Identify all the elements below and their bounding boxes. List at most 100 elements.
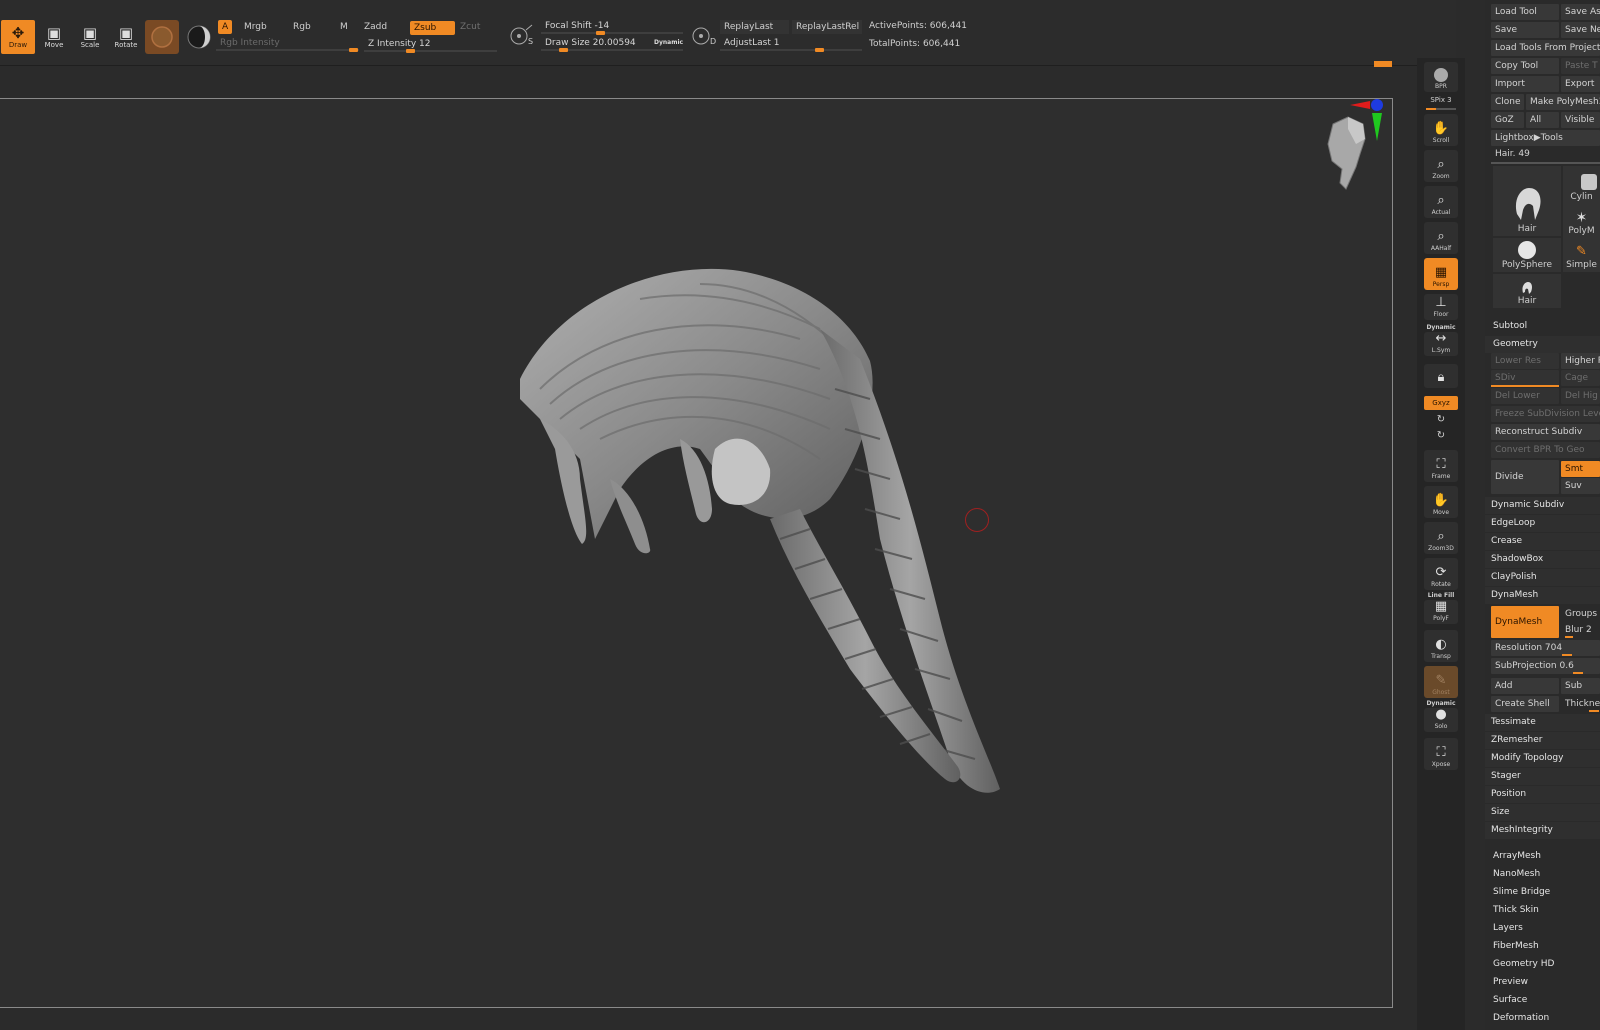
geometry-item-zremesher[interactable]: ZRemesher [1485, 732, 1600, 749]
goz-all-button[interactable]: All [1526, 112, 1559, 128]
dynamic-subdiv-header[interactable]: Dynamic Subdiv [1485, 497, 1600, 514]
tray-tab-handle[interactable] [1374, 61, 1392, 67]
lightbox-tools-button[interactable]: Lightbox▶Tools [1491, 130, 1600, 146]
section-nanomesh[interactable]: NanoMesh [1485, 866, 1600, 883]
canvas-viewport[interactable] [0, 98, 1393, 1008]
subprojection-slider-knob[interactable] [1573, 672, 1583, 674]
del-higher-button[interactable]: Del Hig [1561, 388, 1600, 404]
draw-tool-button[interactable]: ✥ Draw [1, 20, 35, 54]
resolution-slider-knob[interactable] [1562, 654, 1572, 656]
goz-visible-button[interactable]: Visible [1561, 112, 1600, 128]
crease-header[interactable]: Crease [1485, 533, 1600, 550]
create-shell-button[interactable]: Create Shell [1491, 696, 1559, 712]
clone-button[interactable]: Clone [1491, 94, 1524, 110]
actual-button[interactable]: ⌕ Actual [1424, 186, 1458, 218]
edgeloop-header[interactable]: EdgeLoop [1485, 515, 1600, 532]
frame-button[interactable]: ⛶ Frame [1424, 450, 1458, 482]
m-toggle[interactable]: M [336, 20, 352, 34]
section-deformation[interactable]: Deformation [1485, 1010, 1600, 1027]
save-new-button[interactable]: Save Ne [1561, 22, 1600, 38]
shadowbox-header[interactable]: ShadowBox [1485, 551, 1600, 568]
mrgb-toggle[interactable]: Mrgb [240, 20, 271, 34]
a-toggle[interactable]: A [218, 20, 233, 34]
tool-tile-polysphere[interactable]: PolySphere [1493, 238, 1561, 272]
sub-button[interactable]: Sub [1561, 678, 1600, 694]
move-view-button[interactable]: ✋ Move [1424, 486, 1458, 518]
rgb-toggle[interactable]: Rgb [289, 20, 315, 34]
focal-shift-slider[interactable]: Focal Shift -14 [541, 20, 683, 35]
lock-button[interactable]: 🔒︎ [1424, 364, 1458, 388]
divide-button[interactable]: Divide [1491, 460, 1559, 494]
claypolish-header[interactable]: ClayPolish [1485, 569, 1600, 586]
geometry-item-position[interactable]: Position [1485, 786, 1600, 803]
zoom3d-button[interactable]: ⌕ Zoom3D [1424, 522, 1458, 554]
ghost-button[interactable]: ✎ Ghost [1424, 666, 1458, 698]
section-thick-skin[interactable]: Thick Skin [1485, 902, 1600, 919]
current-tool-name[interactable]: Hair. 49 [1491, 146, 1600, 162]
replay-last-button[interactable]: ReplayLast [720, 20, 789, 34]
alpha-button[interactable] [183, 20, 217, 54]
rotate-view-button[interactable]: ⟳ Rotate [1424, 558, 1458, 590]
spix-setting[interactable]: SPix 3 [1424, 96, 1458, 104]
navigation-gizmo[interactable] [1308, 99, 1392, 199]
subprojection-slider[interactable]: SubProjection 0.6 [1491, 658, 1600, 674]
tool-tile-hair[interactable]: Hair [1493, 166, 1561, 236]
thickness-slider-knob[interactable] [1589, 710, 1599, 712]
zadd-toggle[interactable]: Zadd [360, 20, 391, 34]
tool-tile-simple[interactable]: ✎ Simple [1563, 238, 1600, 272]
freeze-subdivision-button[interactable]: Freeze SubDivision Levels [1491, 406, 1600, 422]
solo-button[interactable]: ● Solo [1424, 707, 1458, 732]
geometry-header[interactable]: Geometry [1485, 336, 1600, 353]
material-button[interactable] [145, 20, 179, 54]
load-tools-from-project-button[interactable]: Load Tools From Project [1491, 40, 1600, 56]
rotate-z-icon[interactable]: ↻ [1424, 430, 1458, 441]
draw-size-knob[interactable] [559, 48, 568, 52]
z-intensity-slider[interactable]: Z Intensity 12 [364, 38, 497, 53]
geometry-item-size[interactable]: Size [1485, 804, 1600, 821]
groups-toggle[interactable]: Groups [1561, 606, 1600, 622]
tool-tile-cylinder[interactable]: Cylin [1563, 166, 1600, 204]
floor-button[interactable]: ⊥ Floor [1424, 294, 1458, 320]
section-layers[interactable]: Layers [1485, 920, 1600, 937]
section-fibermesh[interactable]: FiberMesh [1485, 938, 1600, 955]
sdiv-slider[interactable]: SDiv [1491, 370, 1559, 386]
higher-res-button[interactable]: Higher R [1561, 353, 1600, 369]
save-button[interactable]: Save [1491, 22, 1559, 38]
replay-last-rel-button[interactable]: ReplayLastRel [792, 20, 862, 34]
export-button[interactable]: Export [1561, 76, 1600, 92]
import-button[interactable]: Import [1491, 76, 1559, 92]
rgb-intensity-slider[interactable]: Rgb Intensity [216, 37, 359, 52]
xpose-button[interactable]: ⛶ Xpose [1424, 738, 1458, 770]
cage-button[interactable]: Cage [1561, 370, 1600, 386]
spix-slider-fill[interactable] [1426, 108, 1436, 110]
section-preview[interactable]: Preview [1485, 974, 1600, 991]
persp-button[interactable]: ▦ Persp [1424, 258, 1458, 290]
zcut-toggle[interactable]: Zcut [456, 20, 484, 34]
dynamic-toggle[interactable]: Dynamic [654, 39, 683, 46]
lsym-button[interactable]: ↔ L.Sym [1424, 331, 1458, 356]
make-polymesh-button[interactable]: Make PolyMesh3 [1526, 94, 1600, 110]
zoom-button[interactable]: ⌕ Zoom [1424, 150, 1458, 182]
subtool-header[interactable]: Subtool [1485, 318, 1600, 335]
scale-tool-button[interactable]: ▣ Scale [73, 20, 107, 54]
goz-button[interactable]: GoZ [1491, 112, 1524, 128]
zsub-toggle[interactable]: Zsub [410, 21, 455, 35]
smt-toggle[interactable]: Smt [1561, 461, 1600, 477]
dynamesh-button[interactable]: DynaMesh [1491, 606, 1559, 638]
geometry-item-modify-topology[interactable]: Modify Topology [1485, 750, 1600, 767]
copy-tool-button[interactable]: Copy Tool [1491, 58, 1559, 74]
scroll-button[interactable]: ✋ Scroll [1424, 114, 1458, 146]
section-slime-bridge[interactable]: Slime Bridge [1485, 884, 1600, 901]
rgb-intensity-knob[interactable] [349, 48, 358, 52]
adjust-last-slider[interactable]: AdjustLast 1 [720, 37, 862, 52]
convert-bpr-button[interactable]: Convert BPR To Geo [1491, 442, 1600, 458]
aahalf-button[interactable]: ⌕ AAHalf [1424, 222, 1458, 254]
suv-toggle[interactable]: Suv [1561, 478, 1600, 494]
adjust-last-knob[interactable] [815, 48, 824, 52]
focal-shift-knob[interactable] [596, 31, 605, 35]
add-button[interactable]: Add [1491, 678, 1559, 694]
rotate-y-icon[interactable]: ↻ [1424, 414, 1458, 425]
polyf-button[interactable]: ▦ PolyF [1424, 599, 1458, 624]
save-as-button[interactable]: Save As [1561, 4, 1600, 20]
geometry-item-stager[interactable]: Stager [1485, 768, 1600, 785]
